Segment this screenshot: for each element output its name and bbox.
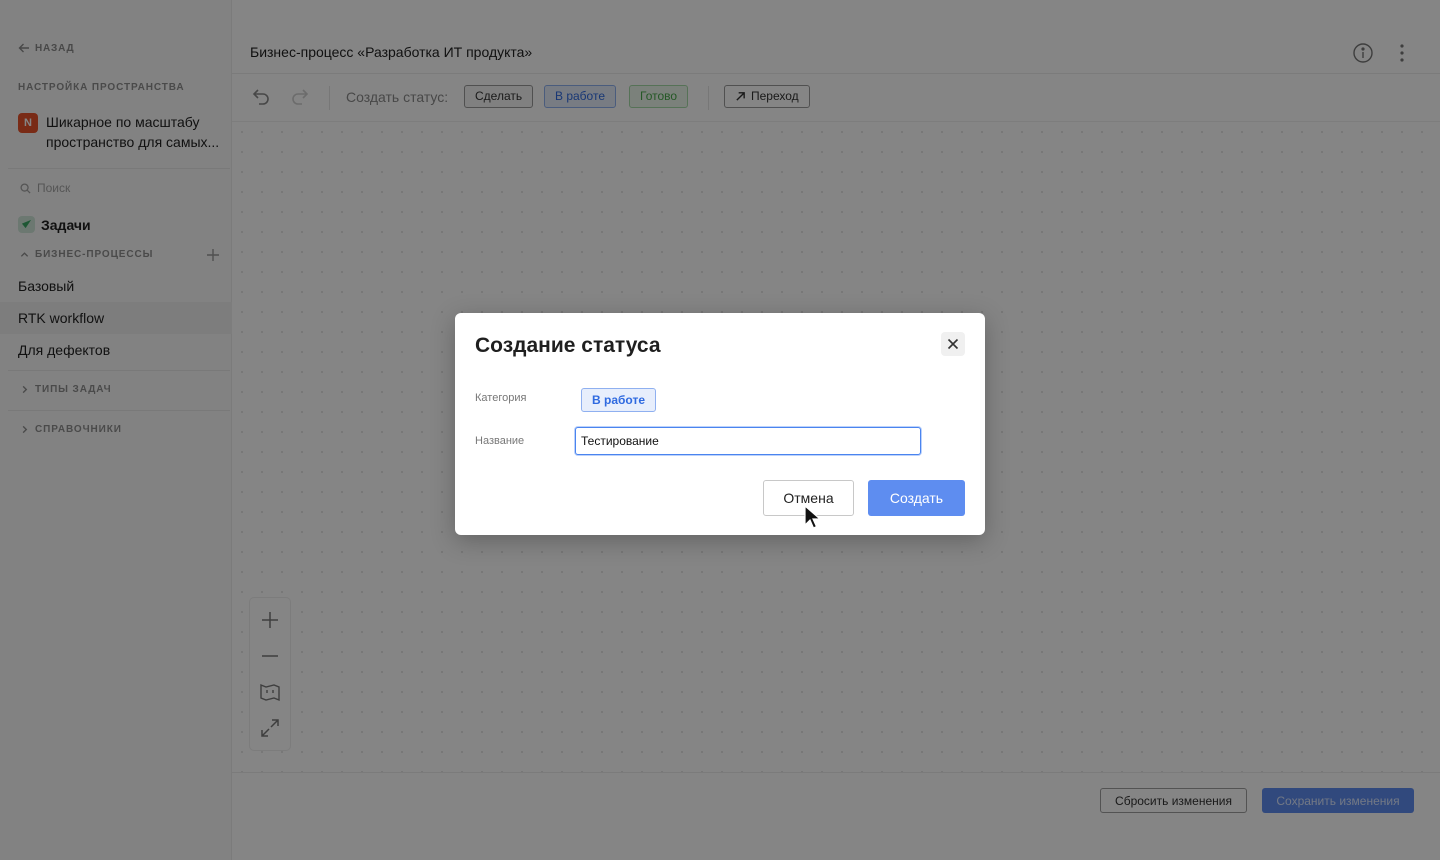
- close-button[interactable]: [941, 332, 965, 356]
- create-button[interactable]: Создать: [868, 480, 965, 516]
- category-label: Категория: [475, 392, 527, 404]
- name-label: Название: [475, 435, 525, 447]
- dialog-title: Создание статуса: [475, 334, 661, 357]
- close-icon: [947, 338, 959, 350]
- create-status-dialog: Создание статуса Категория В работе Назв…: [455, 313, 985, 535]
- status-name-input[interactable]: [575, 427, 921, 455]
- mouse-cursor-icon: [804, 505, 822, 529]
- category-chip[interactable]: В работе: [581, 388, 656, 412]
